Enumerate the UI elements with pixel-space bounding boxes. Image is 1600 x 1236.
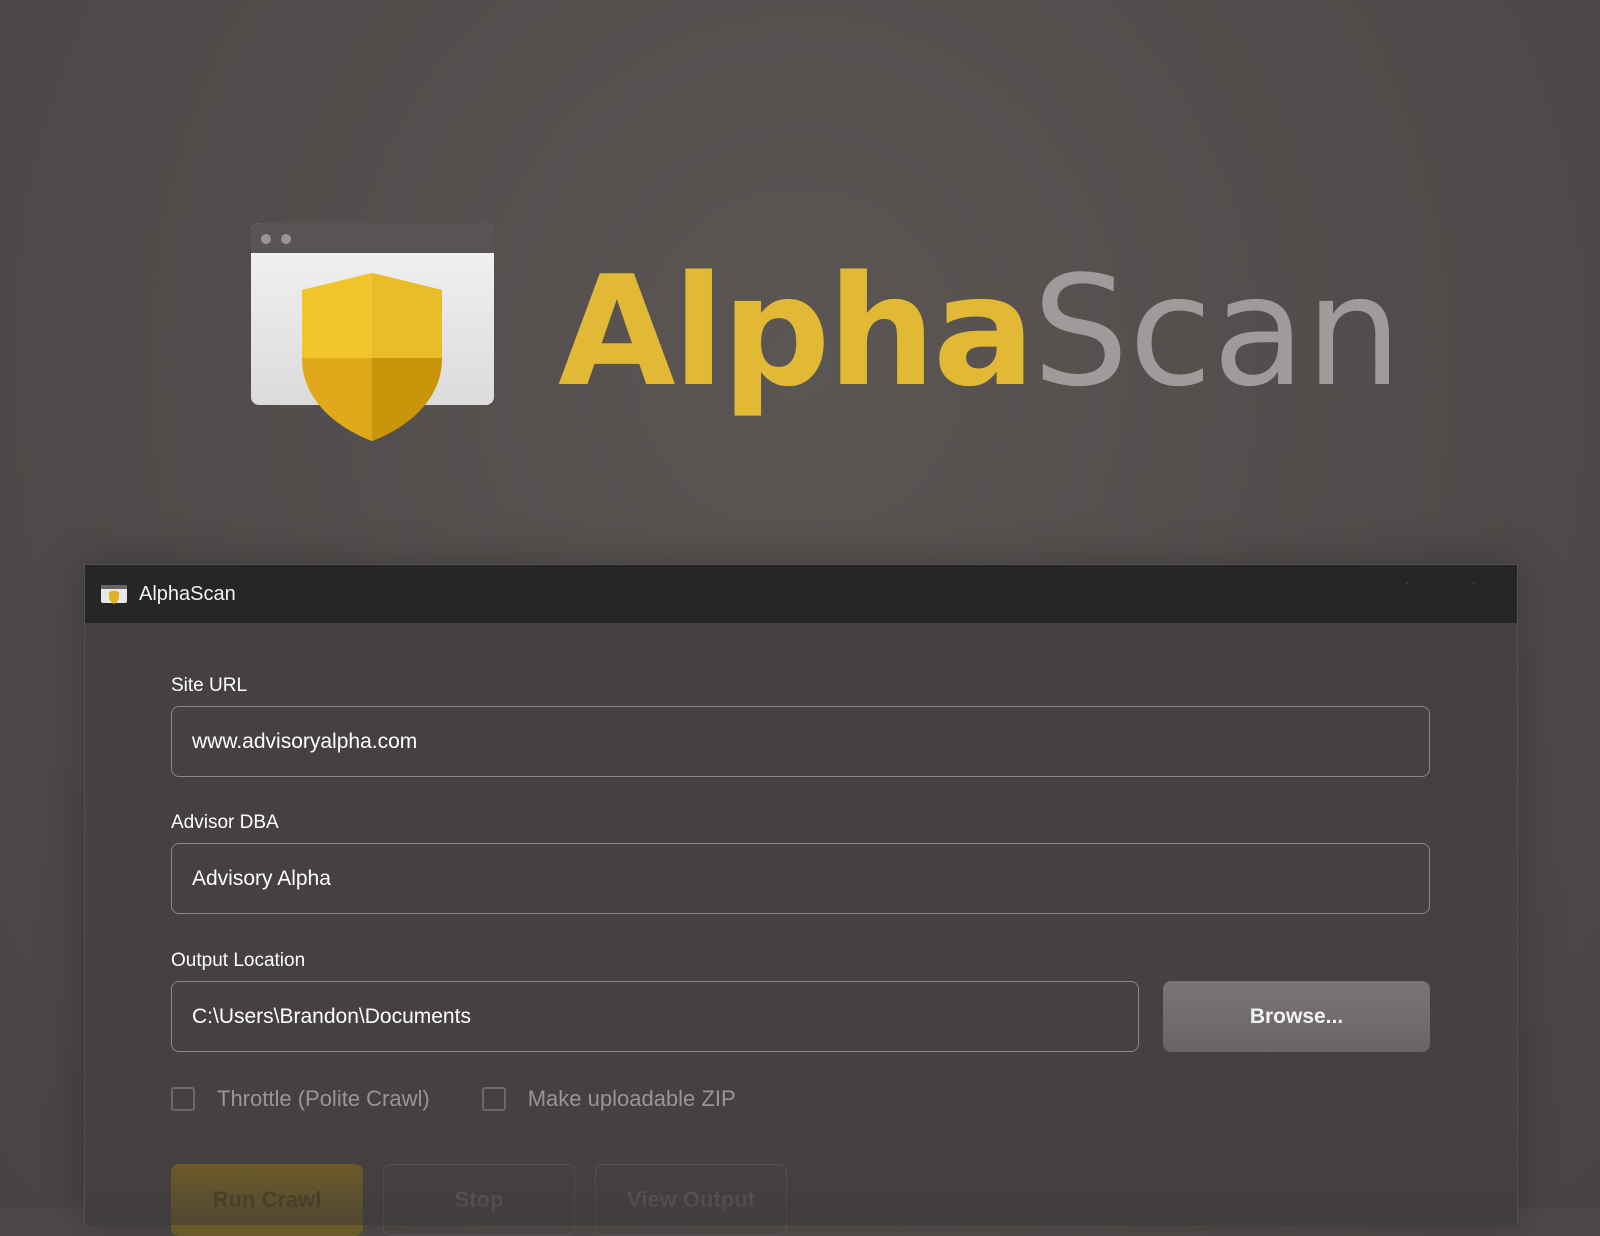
throttle-label: Throttle (Polite Crawl) xyxy=(217,1086,430,1111)
advisor-dba-label: Advisor DBA xyxy=(171,812,279,833)
wordmark-alpha: Alpha xyxy=(558,243,1035,420)
title-bar[interactable]: AlphaScan xyxy=(85,565,1517,623)
throttle-checkbox[interactable]: Throttle (Polite Crawl) xyxy=(171,1086,430,1112)
scan-form: Site URL www.advisoryalpha.com Advisor D… xyxy=(171,675,1430,1236)
site-url-input[interactable]: www.advisoryalpha.com xyxy=(171,706,1430,777)
zip-checkbox[interactable]: Make uploadable ZIP xyxy=(481,1086,736,1112)
title-bar-mark xyxy=(1473,582,1475,584)
browse-button[interactable]: Browse... xyxy=(1163,981,1430,1052)
wordmark-scan: Scan xyxy=(1032,243,1402,420)
output-location-input[interactable]: C:\Users\Brandon\Documents xyxy=(171,981,1139,1052)
app-wordmark: AlphaScan xyxy=(558,232,1402,432)
action-buttons: Run Crawl Stop View Output xyxy=(171,1164,1430,1236)
window-title: AlphaScan xyxy=(139,582,236,605)
output-location-label: Output Location xyxy=(171,950,306,971)
app-shield-icon xyxy=(101,585,127,604)
run-crawl-button[interactable]: Run Crawl xyxy=(171,1164,363,1236)
stop-button[interactable]: Stop xyxy=(383,1164,575,1236)
checkbox-box[interactable] xyxy=(171,1087,195,1111)
advisor-dba-group: Advisor DBA Advisory Alpha xyxy=(171,812,1430,914)
view-output-button[interactable]: View Output xyxy=(595,1164,787,1236)
checkbox-box[interactable] xyxy=(481,1087,506,1111)
site-url-label: Site URL xyxy=(171,675,248,696)
shield-window-icon xyxy=(251,223,494,441)
output-location-group: Output Location C:\Users\Brandon\Documen… xyxy=(171,950,1430,1052)
zip-label: Make uploadable ZIP xyxy=(527,1086,736,1111)
site-url-group: Site URL www.advisoryalpha.com xyxy=(171,675,1430,777)
advisor-dba-input[interactable]: Advisory Alpha xyxy=(171,843,1430,914)
app-window: AlphaScan Site URL www.advisoryalpha.com… xyxy=(84,564,1518,1236)
options-row: Throttle (Polite Crawl) Make uploadable … xyxy=(171,1084,1430,1114)
title-bar-mark xyxy=(1406,582,1408,584)
